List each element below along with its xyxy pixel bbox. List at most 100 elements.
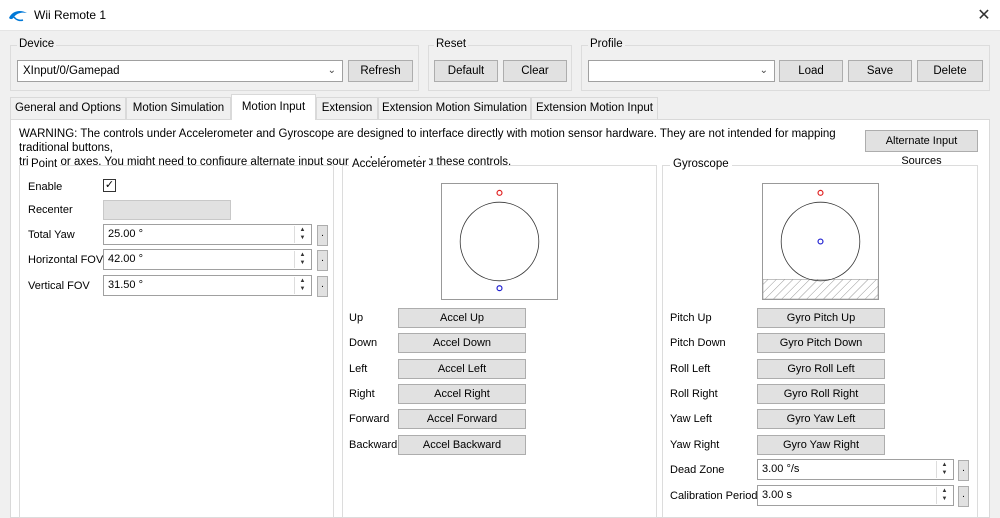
clear-button[interactable]: Clear (503, 60, 567, 82)
enable-label: Enable (28, 181, 63, 193)
gyroscope-binding-button[interactable]: Gyro Pitch Down (757, 333, 885, 354)
gyroscope-binding-button[interactable]: Gyro Roll Right (757, 383, 885, 404)
recenter-label: Recenter (28, 204, 73, 216)
tab-extension-motion-simulation[interactable]: Extension Motion Simulation (378, 97, 531, 119)
calibration-period-spinbox[interactable]: 3.00 s ▲ ▼ (757, 485, 954, 506)
enable-checkbox[interactable]: ✓ (103, 179, 116, 192)
save-button[interactable]: Save (848, 60, 912, 82)
spin-down-icon[interactable]: ▼ (295, 285, 310, 293)
spin-arrows[interactable]: ▲ ▼ (936, 487, 952, 504)
tab-motion-simulation[interactable]: Motion Simulation (126, 97, 231, 119)
spin-arrows[interactable]: ▲ ▼ (294, 277, 310, 294)
calibration-period-label: Calibration Period (670, 490, 758, 502)
gyroscope-row-label: Pitch Down (670, 337, 726, 350)
horizontal-fov-dot-button[interactable]: . (317, 250, 328, 271)
alternate-input-sources-button[interactable]: Alternate Input Sources (865, 130, 978, 167)
gyroscope-binding-button[interactable]: Gyro Yaw Right (757, 434, 885, 455)
close-icon[interactable]: ✕ (974, 6, 994, 26)
spin-down-icon[interactable]: ▼ (295, 259, 310, 267)
check-icon: ✓ (104, 179, 115, 191)
spin-up-icon[interactable]: ▲ (295, 226, 310, 234)
total-yaw-dot-button[interactable]: . (317, 225, 328, 246)
tab-general-and-options[interactable]: General and Options (10, 97, 126, 119)
accelerometer-binding-button[interactable]: Accel Down (398, 333, 526, 354)
total-yaw-spinbox[interactable]: 25.00 ° ▲ ▼ (103, 224, 312, 245)
horizontal-fov-spinbox[interactable]: 42.00 ° ▲ ▼ (103, 249, 312, 270)
gyroscope-binding-button[interactable]: Gyro Pitch Up (757, 308, 885, 328)
warning-text: WARNING: The controls under Acceleromete… (19, 127, 859, 169)
total-yaw-label: Total Yaw (28, 229, 75, 241)
accelerometer-binding-button[interactable]: Accel Left (398, 358, 526, 379)
gyroscope-row-label: Roll Left (670, 362, 711, 375)
recenter-button[interactable] (103, 200, 231, 220)
accelerometer-binding-button[interactable]: Accel Up (398, 308, 526, 328)
accelerometer-row-label: Backward (349, 438, 398, 451)
vertical-fov-dot-button[interactable]: . (317, 276, 328, 297)
accelerometer-binding-button[interactable]: Accel Backward (398, 434, 526, 455)
spin-arrows[interactable]: ▲ ▼ (294, 251, 310, 268)
profile-select[interactable]: ⌄ (588, 60, 775, 82)
device-group-label: Device (17, 38, 57, 50)
accelerometer-row-label: Up (349, 312, 364, 324)
accelerometer-row-label: Left (349, 362, 368, 375)
accelerometer-row-label: Forward (349, 413, 390, 426)
gyroscope-group-label: Gyroscope (670, 158, 732, 170)
refresh-button[interactable]: Refresh (348, 60, 413, 82)
accelerometer-row-label: Right (349, 387, 375, 400)
device-select-value: XInput/0/Gamepad (23, 65, 120, 77)
spin-up-icon[interactable]: ▲ (295, 251, 310, 259)
gyro-red-marker (817, 189, 824, 196)
reset-group-label: Reset (434, 38, 469, 50)
spin-up-icon[interactable]: ▲ (937, 461, 952, 469)
accelerometer-binding-button[interactable]: Accel Forward (398, 409, 526, 430)
tab-extension-motion-input[interactable]: Extension Motion Input (531, 97, 658, 119)
gyroscope-row-label: Yaw Left (670, 413, 712, 426)
profile-group-label: Profile (588, 38, 625, 50)
accelerometer-visualizer (441, 183, 558, 300)
vertical-fov-value: 31.50 ° (108, 279, 143, 291)
spin-up-icon[interactable]: ▲ (295, 277, 310, 285)
gyroscope-row-label: Roll Right (670, 387, 718, 400)
spin-arrows[interactable]: ▲ ▼ (294, 226, 310, 243)
tab-extension[interactable]: Extension (316, 97, 378, 119)
gyroscope-visualizer (762, 183, 879, 300)
warning-line-1: WARNING: The controls under Acceleromete… (19, 128, 836, 154)
horizontal-fov-value: 42.00 ° (108, 253, 143, 265)
horizontal-fov-label: Horizontal FOV (28, 254, 104, 266)
calibration-period-value: 3.00 s (762, 489, 792, 501)
spin-down-icon[interactable]: ▼ (295, 234, 310, 242)
accelerometer-row-label: Down (349, 337, 378, 350)
gyro-blue-marker (817, 238, 824, 245)
window-title: Wii Remote 1 (34, 8, 107, 22)
calibration-period-dot-button[interactable]: . (958, 486, 969, 507)
chevron-down-icon: ⌄ (327, 65, 336, 76)
accel-range-circle (459, 201, 540, 282)
chevron-down-icon: ⌄ (759, 65, 768, 76)
spin-up-icon[interactable]: ▲ (937, 487, 952, 495)
gyroscope-binding-button[interactable]: Gyro Yaw Left (757, 409, 885, 430)
dead-zone-label: Dead Zone (670, 464, 725, 476)
total-yaw-value: 25.00 ° (108, 228, 143, 240)
spin-down-icon[interactable]: ▼ (937, 495, 952, 503)
vertical-fov-label: Vertical FOV (28, 280, 90, 292)
gyro-range-circle (780, 201, 861, 282)
tab-motion-input[interactable]: Motion Input (231, 94, 316, 120)
accelerometer-group-label: Accelerometer (349, 158, 430, 170)
gyro-dead-zone-area (763, 279, 878, 299)
vertical-fov-spinbox[interactable]: 31.50 ° ▲ ▼ (103, 275, 312, 296)
device-select[interactable]: XInput/0/Gamepad ⌄ (17, 60, 343, 82)
spin-arrows[interactable]: ▲ ▼ (936, 461, 952, 478)
point-group-label: Point (28, 158, 61, 170)
dead-zone-spinbox[interactable]: 3.00 °/s ▲ ▼ (757, 459, 954, 480)
accel-blue-marker (496, 285, 503, 292)
dead-zone-dot-button[interactable]: . (958, 460, 969, 481)
spin-down-icon[interactable]: ▼ (937, 469, 952, 477)
dead-zone-value: 3.00 °/s (762, 463, 800, 475)
accelerometer-binding-button[interactable]: Accel Right (398, 383, 526, 404)
delete-button[interactable]: Delete (917, 60, 983, 82)
title-bar: Wii Remote 1 ✕ (0, 0, 1000, 31)
load-button[interactable]: Load (779, 60, 843, 82)
dolphin-logo-icon (9, 10, 27, 22)
gyroscope-binding-button[interactable]: Gyro Roll Left (757, 358, 885, 379)
default-button[interactable]: Default (434, 60, 498, 82)
